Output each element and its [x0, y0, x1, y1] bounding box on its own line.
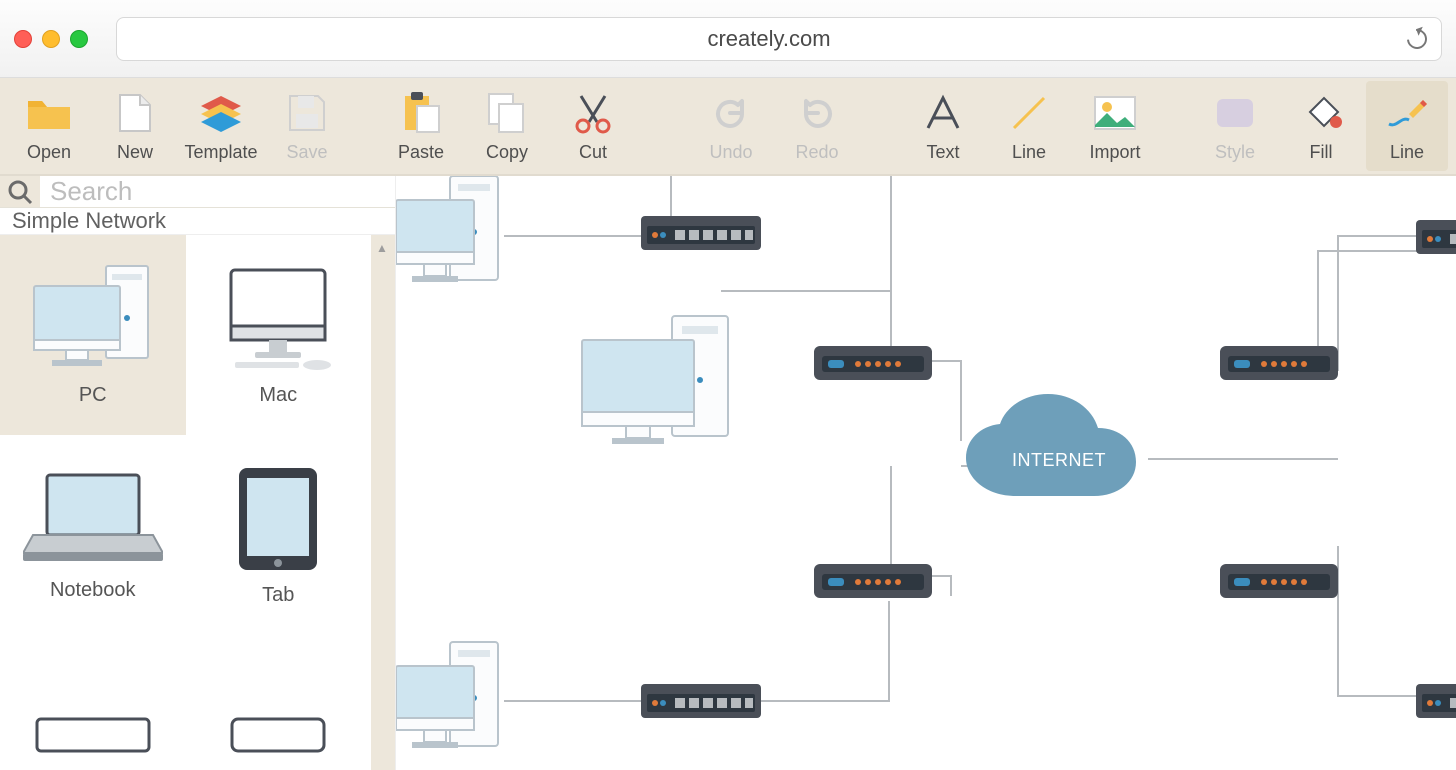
template-label: Template: [184, 142, 257, 163]
style-button[interactable]: Style: [1194, 81, 1276, 171]
fill-label: Fill: [1310, 142, 1333, 163]
cut-icon: [570, 90, 616, 136]
new-button[interactable]: New: [94, 81, 176, 171]
switch-icon[interactable]: [1416, 220, 1456, 254]
shape-panel-title: Simple Network: [0, 208, 395, 235]
redo-button[interactable]: Redo: [776, 81, 858, 171]
internet-label: INTERNET: [1012, 450, 1106, 471]
fill-icon: [1298, 90, 1344, 136]
open-label: Open: [27, 142, 71, 163]
cut-button[interactable]: Cut: [552, 81, 634, 171]
save-button[interactable]: Save: [266, 81, 348, 171]
new-label: New: [117, 142, 153, 163]
text-icon: [920, 90, 966, 136]
address-url: creately.com: [131, 26, 1407, 52]
pc-node[interactable]: [396, 642, 498, 748]
cut-label: Cut: [579, 142, 607, 163]
open-button[interactable]: Open: [8, 81, 90, 171]
maximize-window-button[interactable]: [70, 30, 88, 48]
app-toolbar: Open New Template Save Paste Copy: [0, 78, 1456, 174]
redo-label: Redo: [795, 142, 838, 163]
workspace: Simple Network PC: [0, 174, 1456, 770]
pc-node[interactable]: [396, 176, 498, 282]
router-icon[interactable]: [1220, 564, 1338, 598]
palette-scrollbar[interactable]: [371, 235, 395, 770]
line-tool-button[interactable]: Line: [988, 81, 1070, 171]
fill-button[interactable]: Fill: [1280, 81, 1362, 171]
line-style-label: Line: [1390, 142, 1424, 163]
import-button[interactable]: Import: [1074, 81, 1156, 171]
shape-mac-label: Mac: [259, 384, 297, 407]
shape-generic-2[interactable]: [186, 635, 372, 770]
undo-icon: [708, 90, 754, 136]
save-label: Save: [286, 142, 327, 163]
text-tool-button[interactable]: Text: [902, 81, 984, 171]
template-icon: [198, 90, 244, 136]
new-file-icon: [112, 90, 158, 136]
undo-button[interactable]: Undo: [690, 81, 772, 171]
shape-palette: PC Mac: [0, 235, 371, 770]
line-icon: [1006, 90, 1052, 136]
router-icon[interactable]: [814, 346, 932, 380]
copy-button[interactable]: Copy: [466, 81, 548, 171]
switch-icon[interactable]: [641, 684, 761, 718]
line-label: Line: [1012, 142, 1046, 163]
folder-icon: [26, 90, 72, 136]
paste-label: Paste: [398, 142, 444, 163]
shape-notebook[interactable]: Notebook: [0, 435, 186, 635]
redo-icon: [794, 90, 840, 136]
style-label: Style: [1215, 142, 1255, 163]
search-icon[interactable]: [0, 176, 40, 207]
import-icon: [1092, 90, 1138, 136]
undo-label: Undo: [709, 142, 752, 163]
minimize-window-button[interactable]: [42, 30, 60, 48]
paste-button[interactable]: Paste: [380, 81, 462, 171]
shape-tab-label: Tab: [262, 584, 294, 607]
router-icon[interactable]: [1220, 346, 1338, 380]
router-icon[interactable]: [814, 564, 932, 598]
browser-chrome: creately.com: [0, 0, 1456, 78]
shape-pc-label: PC: [79, 384, 107, 407]
style-icon: [1212, 90, 1258, 136]
shape-pc[interactable]: PC: [0, 235, 186, 435]
pc-node[interactable]: [582, 316, 728, 444]
switch-icon[interactable]: [1416, 684, 1456, 718]
line-style-button[interactable]: Line: [1366, 81, 1448, 171]
save-icon: [284, 90, 330, 136]
address-bar[interactable]: creately.com: [116, 17, 1442, 61]
window-traffic-lights: [14, 30, 88, 48]
diagram-canvas[interactable]: INTERNET: [396, 176, 1456, 770]
template-button[interactable]: Template: [180, 81, 262, 171]
copy-icon: [484, 90, 530, 136]
import-label: Import: [1089, 142, 1140, 163]
reload-icon[interactable]: [1403, 24, 1431, 52]
switch-icon[interactable]: [641, 216, 761, 250]
internet-cloud[interactable]: [966, 394, 1136, 496]
shape-search-bar: [0, 176, 395, 208]
paste-icon: [398, 90, 444, 136]
close-window-button[interactable]: [14, 30, 32, 48]
text-label: Text: [926, 142, 959, 163]
shape-generic-1[interactable]: [0, 635, 186, 770]
copy-label: Copy: [486, 142, 528, 163]
line-pencil-icon: [1384, 90, 1430, 136]
sidebar: Simple Network PC: [0, 176, 396, 770]
shape-notebook-label: Notebook: [50, 579, 136, 602]
shape-mac[interactable]: Mac: [186, 235, 372, 435]
shape-tab[interactable]: Tab: [186, 435, 372, 635]
search-input[interactable]: [40, 176, 395, 207]
